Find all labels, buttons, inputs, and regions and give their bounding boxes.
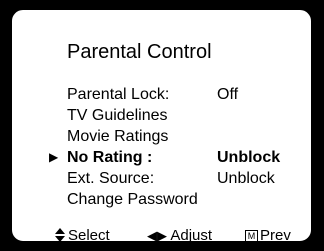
osd-menu-panel: Parental Control Parental Lock: Off TV G… — [9, 7, 314, 244]
footer-select-label: Select — [68, 227, 110, 244]
menu-item-value: Off — [217, 86, 239, 103]
menu-list: Parental Lock: Off TV Guidelines Movie R… — [12, 84, 311, 210]
menu-item-value: Unblock — [217, 170, 275, 187]
left-right-arrows-icon: ◀▶ — [147, 228, 167, 243]
footer-select-hint: Select — [55, 226, 110, 244]
menu-item-parental-lock[interactable]: Parental Lock: Off — [12, 84, 311, 105]
menu-item-value: Unblock — [217, 149, 281, 166]
up-down-arrows-icon — [55, 228, 68, 241]
menu-item-tv-guidelines[interactable]: TV Guidelines — [12, 105, 311, 126]
menu-box-icon: M — [245, 230, 258, 241]
menu-item-label: Parental Lock: — [67, 86, 170, 103]
footer-prev-hint: M Prev — [245, 226, 291, 244]
menu-item-label: Movie Ratings — [67, 128, 169, 145]
menu-item-label: Ext. Source: — [67, 170, 155, 187]
menu-item-label: No Rating : — [67, 149, 153, 166]
menu-title: Parental Control — [67, 41, 212, 63]
menu-item-ext-source[interactable]: Ext. Source: Unblock — [12, 168, 311, 189]
menu-item-movie-ratings[interactable]: Movie Ratings — [12, 126, 311, 147]
menu-footer-help: Select ◀▶ Adjust M Prev — [12, 226, 311, 244]
menu-item-label: TV Guidelines — [67, 107, 168, 124]
right-triangle-pointer-icon: ▶ — [49, 150, 59, 164]
footer-prev-label: Prev — [260, 227, 291, 244]
menu-item-label: Change Password — [67, 191, 198, 208]
footer-adjust-hint: ◀▶ Adjust — [147, 226, 213, 244]
menu-item-change-password[interactable]: Change Password — [12, 189, 311, 210]
menu-item-no-rating[interactable]: ▶ No Rating : Unblock — [12, 147, 311, 168]
footer-adjust-label: Adjust — [170, 227, 213, 244]
